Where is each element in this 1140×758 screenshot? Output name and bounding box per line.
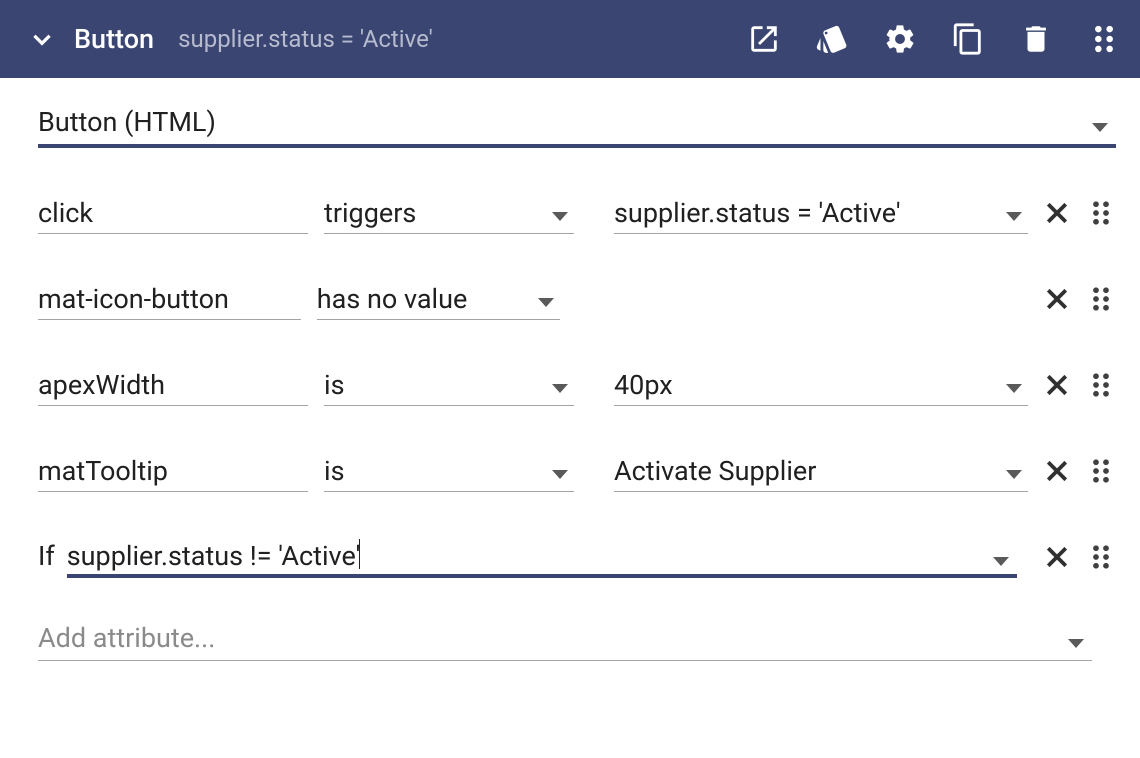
attr-value-select[interactable]: 40px xyxy=(614,364,1028,406)
settings-button[interactable] xyxy=(882,21,918,57)
theme-button[interactable] xyxy=(814,21,850,57)
row-drag-handle[interactable] xyxy=(1086,198,1116,232)
dropdown-arrow-icon xyxy=(1006,470,1022,479)
attr-operator-value: is xyxy=(324,457,345,487)
remove-row-button[interactable] xyxy=(1042,542,1072,576)
drag-icon xyxy=(1086,284,1116,314)
row-drag-handle[interactable] xyxy=(1086,456,1116,490)
row-actions xyxy=(1042,198,1116,234)
dropdown-arrow-icon xyxy=(1068,639,1084,648)
dropdown-arrow-icon xyxy=(538,298,554,307)
close-icon xyxy=(1042,284,1072,314)
attr-name-value: mat-icon-button xyxy=(38,285,229,315)
close-icon xyxy=(1042,542,1072,572)
attr-operator-select[interactable]: is xyxy=(324,364,574,406)
dropdown-arrow-icon xyxy=(1006,212,1022,221)
add-attribute-placeholder: Add attribute... xyxy=(38,622,1068,654)
collapse-toggle[interactable] xyxy=(28,25,56,53)
attr-name-value: click xyxy=(38,199,93,229)
attribute-row: apexWidth is 40px xyxy=(38,364,1116,406)
style-icon xyxy=(815,22,849,56)
attr-name-value: matTooltip xyxy=(38,457,168,487)
row-actions xyxy=(1042,284,1116,320)
header-actions xyxy=(746,21,1122,57)
row-actions xyxy=(1042,456,1116,492)
drag-icon xyxy=(1086,370,1116,400)
condition-expression-field[interactable]: supplier.status != 'Active' xyxy=(67,536,1017,578)
dropdown-arrow-icon xyxy=(552,470,568,479)
remove-row-button[interactable] xyxy=(1042,198,1072,232)
attr-name-field[interactable]: matTooltip xyxy=(38,450,308,492)
copy-icon xyxy=(951,22,985,56)
drag-icon xyxy=(1086,198,1116,228)
attr-name-field[interactable]: mat-icon-button xyxy=(38,278,301,320)
attr-value-select[interactable]: Activate Supplier xyxy=(614,450,1028,492)
remove-row-button[interactable] xyxy=(1042,284,1072,318)
attr-value-text: Activate Supplier xyxy=(614,457,816,487)
attr-operator-select[interactable]: has no value xyxy=(317,278,560,320)
attr-operator-value: is xyxy=(324,371,345,401)
attr-value-text: supplier.status = 'Active' xyxy=(614,199,901,229)
dropdown-arrow-icon xyxy=(552,212,568,221)
attr-operator-value: has no value xyxy=(317,285,468,315)
trash-icon xyxy=(1019,22,1053,56)
attr-value-select[interactable]: supplier.status = 'Active' xyxy=(614,192,1028,234)
add-attribute-select[interactable]: Add attribute... xyxy=(38,622,1092,661)
row-drag-handle[interactable] xyxy=(1086,370,1116,404)
row-actions xyxy=(1042,370,1116,406)
drag-icon xyxy=(1087,22,1121,56)
copy-button[interactable] xyxy=(950,21,986,57)
panel-content: Button (HTML) click triggers supplier.st… xyxy=(0,78,1140,661)
row-drag-handle[interactable] xyxy=(1086,284,1116,318)
condition-row: If supplier.status != 'Active' xyxy=(38,536,1116,578)
attr-operator-select[interactable]: is xyxy=(324,450,574,492)
close-icon xyxy=(1042,456,1072,486)
delete-button[interactable] xyxy=(1018,21,1054,57)
drag-handle[interactable] xyxy=(1086,21,1122,57)
header-title: Button xyxy=(74,23,154,55)
open-external-button[interactable] xyxy=(746,21,782,57)
condition-prefix: If xyxy=(38,540,55,578)
condition-expression-value: supplier.status != 'Active' xyxy=(67,539,361,572)
attr-operator-value: triggers xyxy=(324,199,416,229)
attr-name-value: apexWidth xyxy=(38,371,165,401)
element-type-select[interactable]: Button (HTML) xyxy=(38,106,1116,148)
row-drag-handle[interactable] xyxy=(1086,542,1116,576)
open-external-icon xyxy=(747,22,781,56)
row-actions xyxy=(1042,542,1116,578)
attr-name-field[interactable]: apexWidth xyxy=(38,364,308,406)
attr-value-text: 40px xyxy=(614,371,673,401)
chevron-down-icon xyxy=(29,26,55,52)
panel-header: Button supplier.status = 'Active' xyxy=(0,0,1140,78)
close-icon xyxy=(1042,198,1072,228)
attr-name-field[interactable]: click xyxy=(38,192,308,234)
attribute-row: mat-icon-button has no value xyxy=(38,278,1116,320)
dropdown-arrow-icon xyxy=(993,557,1009,566)
gear-icon xyxy=(883,22,917,56)
attr-operator-select[interactable]: triggers xyxy=(324,192,574,234)
remove-row-button[interactable] xyxy=(1042,370,1072,404)
dropdown-arrow-icon xyxy=(1092,123,1108,132)
remove-row-button[interactable] xyxy=(1042,456,1072,490)
dropdown-arrow-icon xyxy=(1006,384,1022,393)
attribute-row: click triggers supplier.status = 'Active… xyxy=(38,192,1116,234)
element-type-label: Button (HTML) xyxy=(38,106,1092,138)
drag-icon xyxy=(1086,542,1116,572)
header-left: Button supplier.status = 'Active' xyxy=(28,23,746,55)
dropdown-arrow-icon xyxy=(552,384,568,393)
attribute-row: matTooltip is Activate Supplier xyxy=(38,450,1116,492)
drag-icon xyxy=(1086,456,1116,486)
text-cursor xyxy=(359,539,360,569)
close-icon xyxy=(1042,370,1072,400)
header-subtitle: supplier.status = 'Active' xyxy=(178,25,433,53)
